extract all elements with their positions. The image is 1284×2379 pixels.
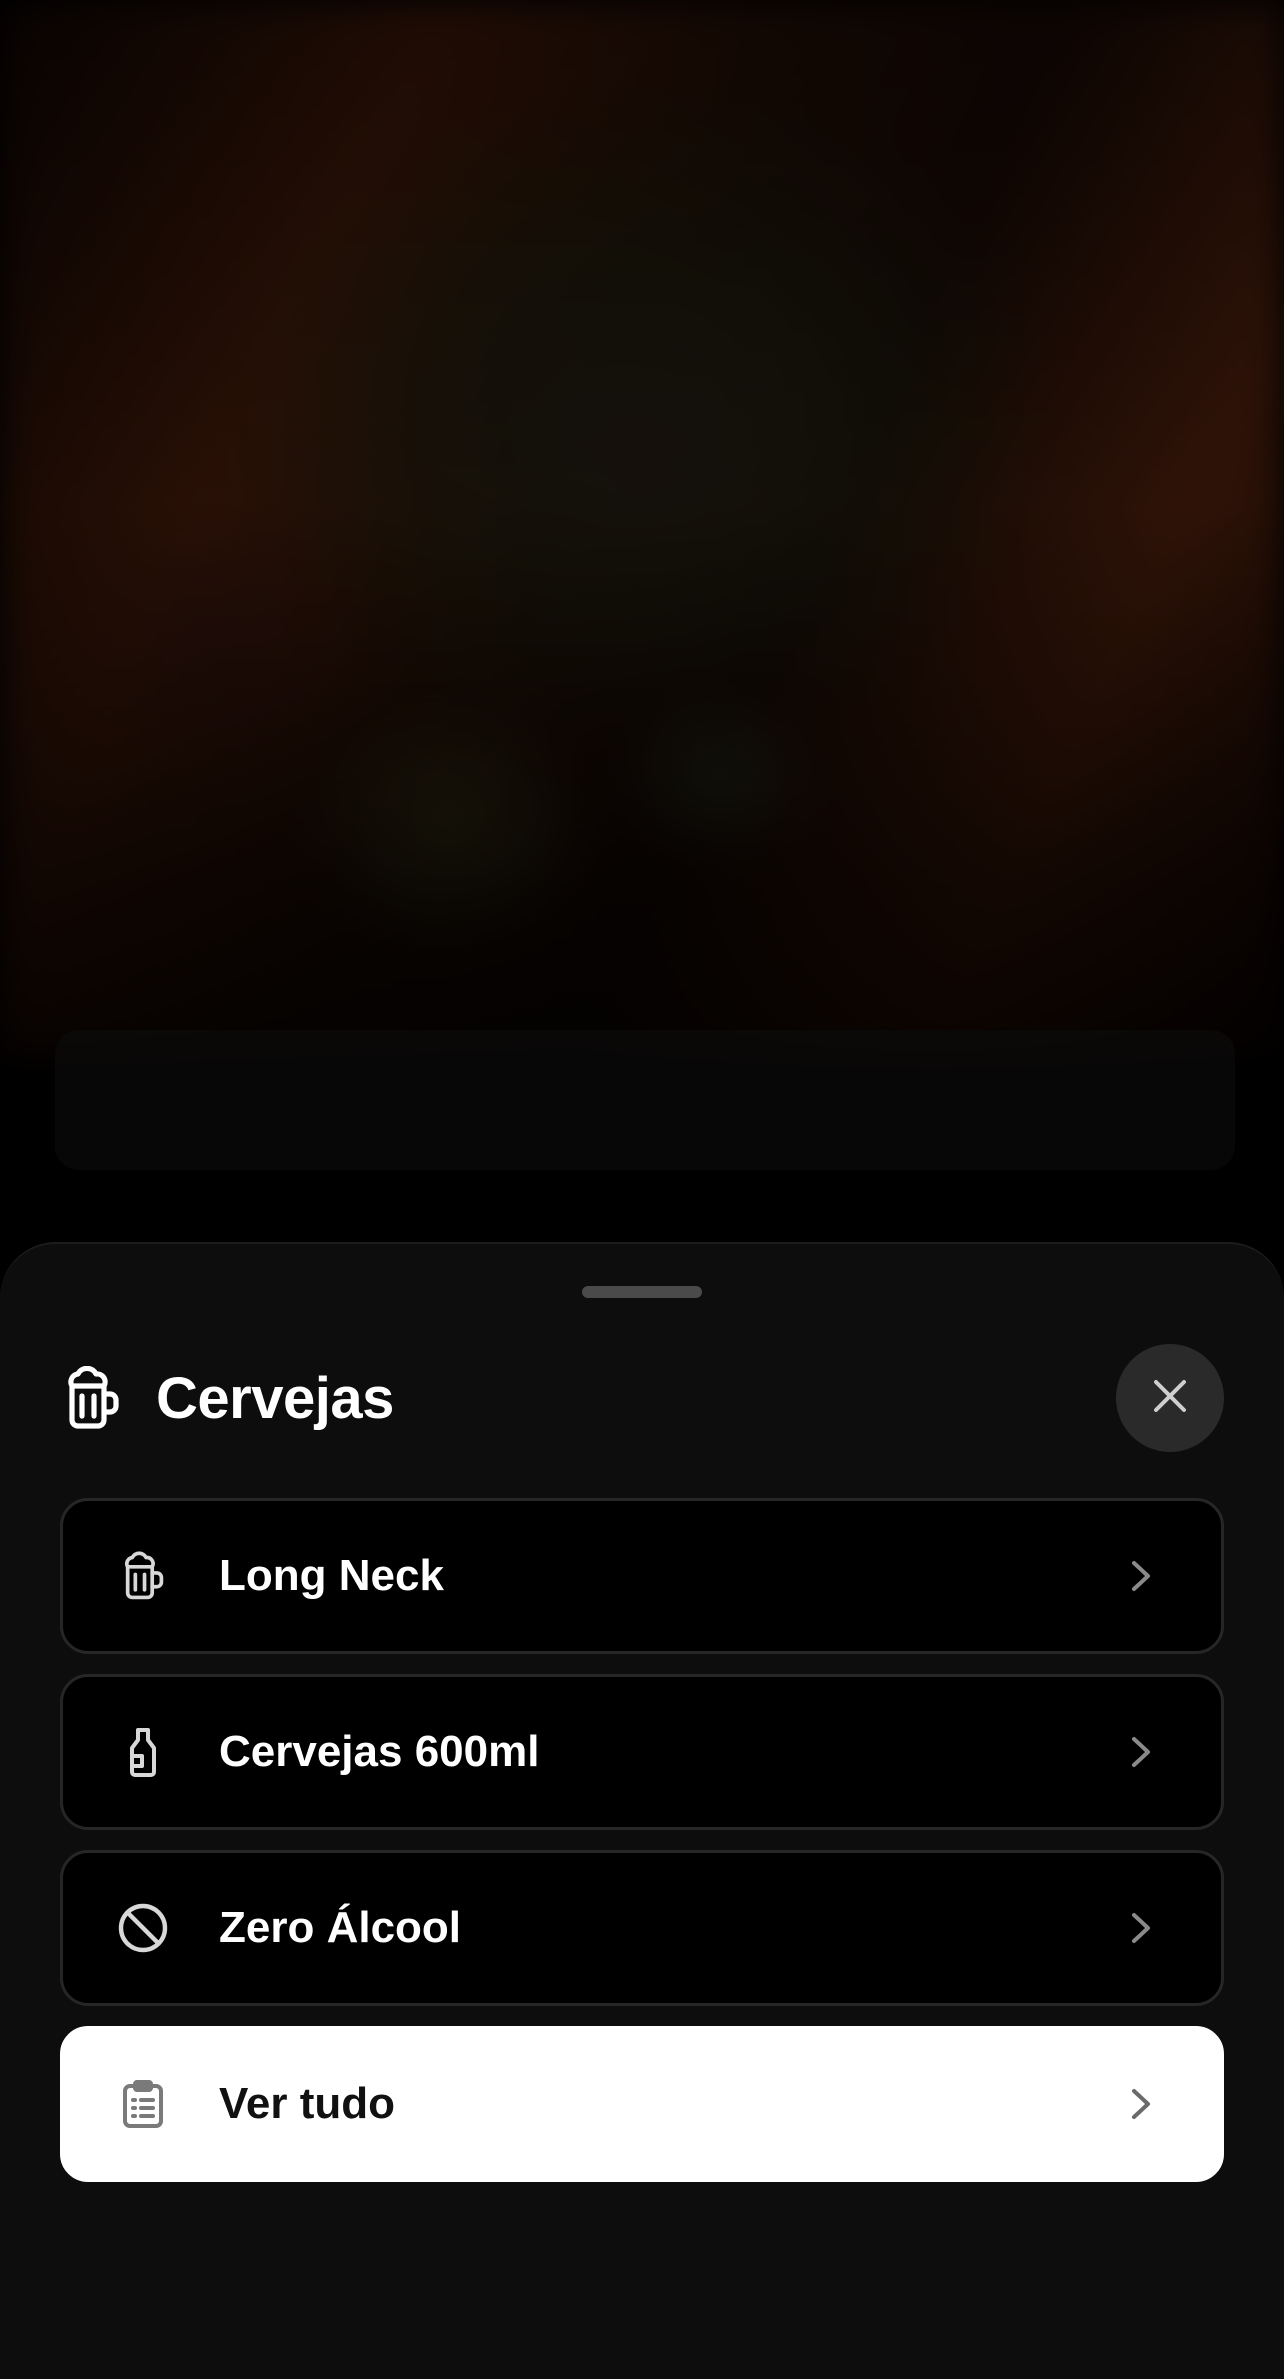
sheet-header: Cervejas: [60, 1344, 1224, 1452]
chevron-right-icon: [1119, 1730, 1163, 1774]
close-icon: [1150, 1376, 1190, 1421]
sheet-title: Cervejas: [156, 1365, 394, 1431]
chevron-right-icon: [1119, 1906, 1163, 1950]
category-item-long-neck[interactable]: Long Neck: [60, 1498, 1224, 1654]
beer-mug-icon: [111, 1544, 175, 1608]
category-item-label: Cervejas 600ml: [219, 1727, 540, 1776]
category-item-label: Long Neck: [219, 1551, 444, 1600]
category-item-zero-alcool[interactable]: Zero Álcool: [60, 1850, 1224, 2006]
beer-mug-icon: [60, 1366, 124, 1430]
prohibited-icon: [111, 1896, 175, 1960]
category-item-label: Ver tudo: [219, 2079, 396, 2128]
close-button[interactable]: [1116, 1344, 1224, 1452]
category-item-ver-tudo[interactable]: Ver tudo: [60, 2026, 1224, 2182]
chevron-right-icon: [1119, 1554, 1163, 1598]
bottle-icon: [111, 1720, 175, 1784]
category-bottom-sheet: Cervejas Long Neck Cervejas 600ml Zero Á…: [0, 1242, 1284, 2379]
chevron-right-icon: [1119, 2082, 1163, 2126]
clipboard-list-icon: [111, 2072, 175, 2136]
category-item-cervejas-600ml[interactable]: Cervejas 600ml: [60, 1674, 1224, 1830]
category-item-label: Zero Álcool: [219, 1903, 462, 1952]
category-list: Long Neck Cervejas 600ml Zero Álcool Ver…: [60, 1498, 1224, 2202]
sheet-drag-handle[interactable]: [582, 1286, 702, 1298]
